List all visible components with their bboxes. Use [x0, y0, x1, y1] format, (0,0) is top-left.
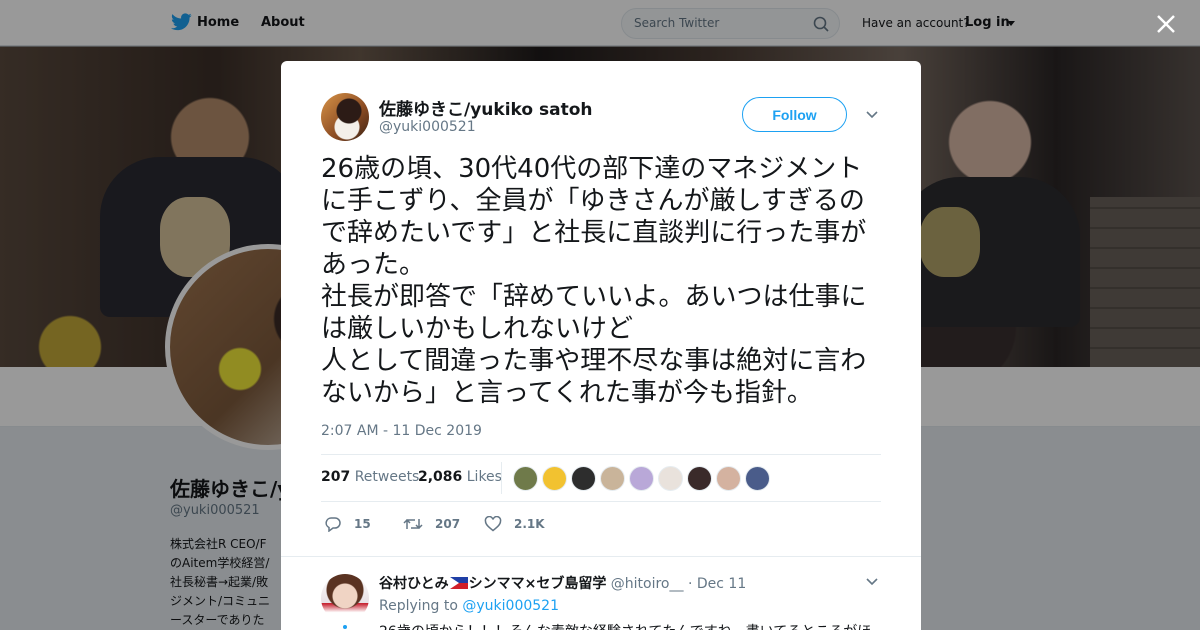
liker-avatar[interactable] — [600, 466, 625, 491]
divider — [281, 556, 921, 557]
author-avatar[interactable] — [321, 93, 369, 141]
like-count: 2.1K — [514, 517, 545, 531]
liker-avatar[interactable] — [629, 466, 654, 491]
tweet-text: 26歳の頃、30代40代の部下達のマネジメントに手こずり、全員が「ゆきさんが厳し… — [321, 154, 867, 408]
likes-count: 2,086 — [418, 469, 463, 485]
reply-author-name-part: シンママ×セブ島留学 — [468, 576, 607, 592]
chevron-down-icon[interactable] — [866, 578, 878, 586]
replying-to: Replying to @yuki000521 — [379, 598, 559, 614]
reply-action[interactable]: 15 — [324, 516, 371, 532]
reply-text: 26歳の頃から！！！そんな素敵な経験されてたんですね。書いてるところがほ — [379, 621, 879, 630]
reply-count: 15 — [354, 517, 371, 531]
tweet-modal: 佐藤ゆきこ/yukiko satoh @yuki000521 Follow 26… — [281, 61, 921, 630]
liker-avatar[interactable] — [687, 466, 712, 491]
reply-date[interactable]: Dec 11 — [697, 576, 746, 592]
reply-icon — [325, 517, 341, 532]
heart-icon — [484, 516, 502, 532]
liker-avatar[interactable] — [716, 466, 741, 491]
thread-dot — [343, 625, 347, 629]
retweet-icon — [403, 518, 423, 530]
reply-header: 谷村ひとみ シンママ×セブ島留学 @hitoiro__ · Dec 11 — [379, 573, 746, 593]
retweets-stat[interactable]: 207 Retweets — [321, 469, 419, 485]
retweet-action[interactable]: 207 — [403, 516, 460, 532]
reply-author-handle[interactable]: @hitoiro__ — [611, 576, 684, 592]
replying-to-label: Replying to — [379, 598, 458, 614]
liker-avatar[interactable] — [571, 466, 596, 491]
reply-author-avatar[interactable] — [321, 574, 369, 622]
philippines-flag-icon — [449, 577, 468, 589]
author-name[interactable]: 佐藤ゆきこ/yukiko satoh — [379, 95, 592, 120]
liker-avatar[interactable] — [542, 466, 567, 491]
reply-author-name-part: 谷村ひとみ — [379, 576, 449, 592]
chevron-down-icon[interactable] — [866, 111, 878, 119]
retweets-count: 207 — [321, 469, 351, 485]
likes-stat[interactable]: 2,086 Likes — [418, 469, 502, 485]
retweets-label: Retweets — [354, 469, 420, 485]
divider — [321, 501, 881, 502]
liker-avatar[interactable] — [745, 466, 770, 491]
close-icon[interactable] — [1155, 13, 1177, 35]
divider — [321, 454, 881, 455]
follow-button[interactable]: Follow — [742, 97, 847, 132]
like-action[interactable]: 2.1K — [484, 516, 545, 532]
retweet-count: 207 — [435, 517, 461, 531]
tweet-timestamp[interactable]: 2:07 AM - 11 Dec 2019 — [321, 423, 482, 439]
liker-avatar[interactable] — [513, 466, 538, 491]
likes-label: Likes — [466, 469, 502, 485]
author-handle[interactable]: @yuki000521 — [379, 119, 476, 135]
liker-avatar[interactable] — [658, 466, 683, 491]
reply-author-name[interactable]: 谷村ひとみ シンママ×セブ島留学 — [379, 576, 606, 592]
divider — [501, 462, 502, 494]
liker-avatars — [513, 466, 774, 491]
replying-to-handle[interactable]: @yuki000521 — [462, 598, 559, 614]
date-separator: · — [687, 576, 693, 592]
